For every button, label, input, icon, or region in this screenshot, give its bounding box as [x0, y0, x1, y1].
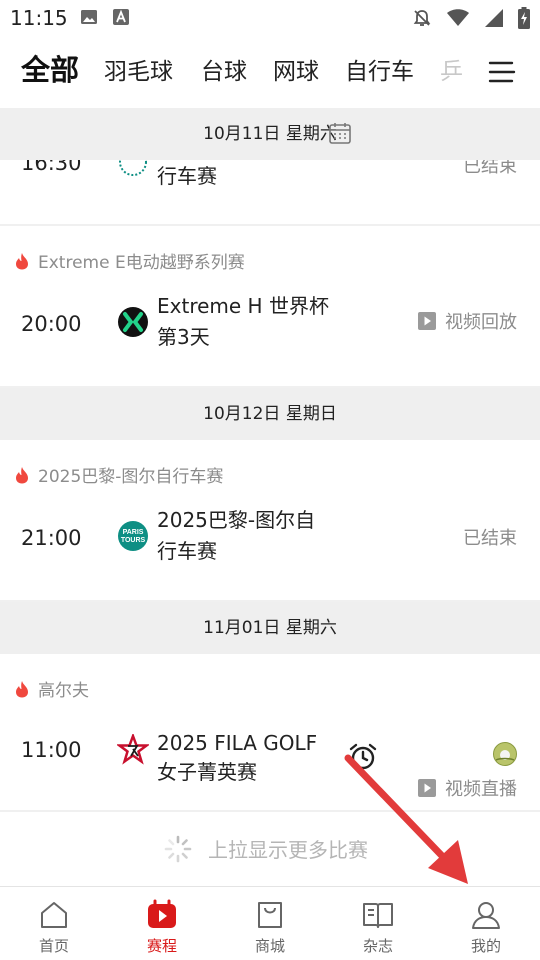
nav-magazine[interactable]: 杂志	[324, 887, 432, 960]
date-label: 10月12日 星期日	[203, 404, 337, 424]
battery-charging-icon	[518, 7, 530, 29]
match-time: 21:00	[21, 526, 82, 550]
hot-fire-icon	[16, 680, 28, 697]
schedule-list[interactable]: 16:30 行车赛 已结束 10月11日 星期六 Extreme E电动越野系列…	[0, 108, 540, 886]
match-title-line1: 2025巴黎-图尔自	[157, 508, 316, 532]
date-label: 11月01日 星期六	[203, 618, 337, 638]
load-more-label: 上拉显示更多比赛	[208, 838, 368, 862]
category-label: 高尔夫	[38, 681, 89, 701]
alarm-clock-icon[interactable]	[348, 742, 378, 772]
tab-table-tennis[interactable]: 乒	[440, 50, 463, 94]
signal-icon	[485, 9, 503, 27]
nav-schedule[interactable]: 赛程	[108, 887, 216, 960]
live-stream-label: 视频直播	[445, 779, 517, 800]
category-label: Extreme E电动越野系列赛	[38, 253, 245, 273]
category-row: 高尔夫	[14, 676, 89, 701]
tab-badminton[interactable]: 羽毛球	[104, 50, 173, 94]
wifi-icon	[447, 9, 469, 26]
nav-magazine-label: 杂志	[362, 937, 393, 955]
golf-avatar	[493, 742, 517, 766]
book-icon	[363, 903, 393, 928]
home-icon	[41, 902, 67, 928]
app-screen: 11:15 全部 羽毛球 台球 网球 自行车 乒 16:30 行车赛 已结束 1…	[0, 0, 540, 960]
nav-shop[interactable]: 商城	[216, 887, 324, 960]
date-header: 10月11日 星期六	[0, 108, 540, 160]
match-title-line2: 行车赛	[157, 164, 217, 188]
date-header: 10月12日 星期日	[0, 388, 540, 440]
nav-shop-label: 商城	[254, 937, 285, 955]
category-row: Extreme E电动越野系列赛	[14, 248, 245, 273]
match-card[interactable]: Extreme E电动越野系列赛 20:00 Extreme H 世界杯 第3天…	[0, 226, 540, 386]
status-left-icons	[80, 8, 130, 26]
font-download-icon	[113, 9, 129, 25]
status-bar: 11:15	[0, 0, 540, 36]
logo-text-tours: TOURS	[121, 537, 146, 544]
match-time: 20:00	[21, 312, 82, 336]
hot-fire-icon	[16, 252, 28, 269]
extreme-h-logo	[118, 307, 148, 337]
match-time: 11:00	[21, 738, 82, 762]
nav-profile-label: 我的	[470, 937, 501, 955]
status-time: 11:15	[10, 6, 68, 30]
video-play-icon	[418, 779, 436, 797]
notifications-off-icon	[413, 10, 431, 26]
tab-cycling[interactable]: 自行车	[345, 50, 414, 94]
hot-fire-icon	[16, 466, 28, 483]
nav-home-label: 首页	[38, 937, 69, 955]
date-label: 10月11日 星期六	[203, 124, 337, 144]
tab-billiards[interactable]: 台球	[201, 50, 247, 94]
logo-text-paris: PARIS	[123, 529, 144, 536]
match-card[interactable]: 2025巴黎-图尔自行车赛 21:00 PARIS TOURS 2025巴黎-图…	[0, 440, 540, 600]
fila-golf-logo	[117, 734, 149, 765]
nav-schedule-label: 赛程	[146, 937, 177, 955]
loading-spinner-icon	[164, 835, 192, 862]
nav-profile[interactable]: 我的	[432, 887, 540, 960]
match-card[interactable]: 高尔夫 11:00 2025 FILA GOLF 女子菁英赛 视频直播	[0, 654, 540, 810]
match-title-line1: 2025 FILA GOLF	[157, 731, 318, 755]
tab-tennis[interactable]: 网球	[273, 50, 319, 94]
live-stream-button[interactable]: 视频直播	[417, 775, 517, 801]
category-tabs: 全部 羽毛球 台球 网球 自行车 乒	[0, 50, 540, 98]
replay-label: 视频回放	[445, 312, 517, 333]
schedule-play-icon	[148, 899, 176, 928]
match-status: 已结束	[463, 528, 517, 549]
bottom-navigation: 首页 赛程 商城 杂志 我的	[0, 886, 540, 960]
load-more-footer[interactable]: 上拉显示更多比赛	[0, 812, 540, 886]
match-title-line2: 女子菁英赛	[157, 760, 257, 784]
video-play-icon	[418, 312, 436, 330]
match-title-line2: 行车赛	[157, 539, 217, 563]
shopping-bag-icon	[258, 902, 282, 928]
person-icon	[472, 902, 500, 929]
tab-all[interactable]: 全部	[21, 48, 79, 92]
status-right-icons	[412, 7, 530, 29]
menu-icon[interactable]	[488, 58, 516, 86]
match-title-line2: 第3天	[157, 325, 210, 349]
load-more-row: 上拉显示更多比赛	[164, 834, 368, 863]
nav-home[interactable]: 首页	[0, 887, 108, 960]
match-title-line1: Extreme H 世界杯	[157, 294, 329, 318]
date-header: 11月01日 星期六	[0, 602, 540, 654]
calendar-icon[interactable]	[328, 121, 352, 145]
paris-tours-logo: PARIS TOURS	[118, 521, 148, 551]
category-label: 2025巴黎-图尔自行车赛	[38, 467, 224, 487]
replay-button[interactable]: 视频回放	[417, 308, 517, 334]
category-row: 2025巴黎-图尔自行车赛	[14, 462, 223, 487]
image-icon	[81, 10, 97, 24]
